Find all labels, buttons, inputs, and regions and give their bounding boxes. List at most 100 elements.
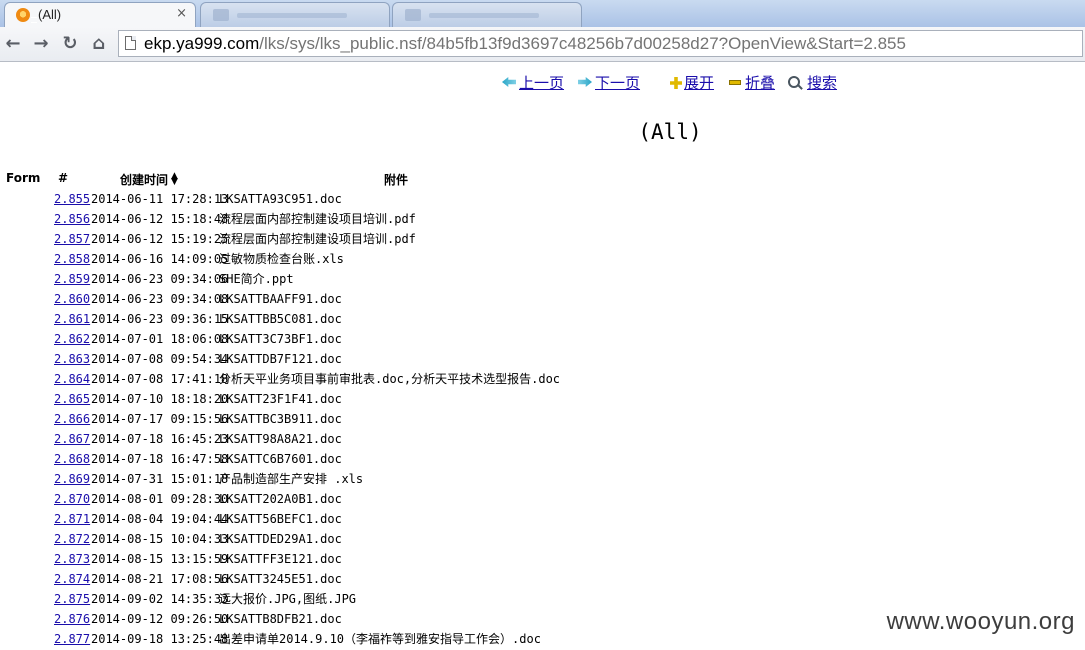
favicon-icon: [405, 9, 421, 21]
back-arrow-icon[interactable]: ←: [2, 33, 24, 55]
created-datetime: 2014-08-21 17:08:56: [91, 572, 229, 586]
created-datetime: 2014-07-01 18:06:08: [91, 332, 229, 346]
forward-arrow-icon[interactable]: →: [30, 33, 52, 55]
row-number-link[interactable]: 2.867: [54, 429, 90, 449]
list-item: 2.867 2014-07-18 16:45:23 LKSATT98A8A21.do…: [0, 429, 1085, 449]
search-link[interactable]: 搜索: [788, 72, 837, 93]
created-datetime: 2014-06-23 09:36:15: [91, 312, 229, 326]
attachment-name: LKSATTBAAFF91.doc: [219, 292, 342, 306]
search-icon: [788, 76, 802, 90]
tab-title-blurred: [429, 13, 539, 18]
row-number-link[interactable]: 2.875: [54, 589, 90, 609]
row-number-link[interactable]: 2.865: [54, 389, 90, 409]
row-number-link[interactable]: 2.873: [54, 549, 90, 569]
row-number-link[interactable]: 2.861: [54, 309, 90, 329]
row-number-link[interactable]: 2.859: [54, 269, 90, 289]
home-icon[interactable]: ⌂: [88, 33, 110, 55]
list-item: 2.872 2014-08-15 10:04:33 LKSATTDED29A1.do…: [0, 529, 1085, 549]
list-item: 2.855 2014-06-11 17:28:13 LKSATTA93C951.do…: [0, 189, 1085, 209]
row-number-link[interactable]: 2.870: [54, 489, 90, 509]
list-item: 2.859 2014-06-23 09:34:06 SHE简介.ppt: [0, 269, 1085, 289]
attachment-name: LKSATT202A0B1.doc: [219, 492, 342, 506]
created-datetime: 2014-09-02 14:35:33: [91, 592, 229, 606]
created-datetime: 2014-07-08 17:41:18: [91, 372, 229, 386]
row-number-link[interactable]: 2.874: [54, 569, 90, 589]
document-list: 2.855 2014-06-11 17:28:13 LKSATTA93C951.do…: [0, 189, 1085, 649]
created-datetime: 2014-07-18 16:45:23: [91, 432, 229, 446]
row-number-link[interactable]: 2.860: [54, 289, 90, 309]
attachment-name: 产品制造部生产安排 .xls: [219, 472, 364, 486]
list-item: 2.856 2014-06-12 15:18:48 流程层面内部控制建设项目培训.p…: [0, 209, 1085, 229]
list-item: 2.864 2014-07-08 17:41:18 分析天平业务项目事前审批表.do…: [0, 369, 1085, 389]
page-icon: [125, 36, 136, 50]
list-item: 2.870 2014-08-01 09:28:30 LKSATT202A0B1.do…: [0, 489, 1085, 509]
list-item: 2.869 2014-07-31 15:01:18 产品制造部生产安排 .xls: [0, 469, 1085, 489]
favicon-icon: [213, 9, 229, 21]
tab-background-1[interactable]: [200, 2, 390, 27]
created-datetime: 2014-06-23 09:34:06: [91, 272, 229, 286]
list-item: 2.866 2014-07-17 09:15:56 LKSATTBC3B911.do…: [0, 409, 1085, 429]
attachment-name: LKSATT56BEFC1.doc: [219, 512, 342, 526]
column-headers: Form # 创建时间 ▲ ▼ 附件: [0, 171, 1085, 189]
row-number-link[interactable]: 2.869: [54, 469, 90, 489]
attachment-name: LKSATTDED29A1.doc: [219, 532, 342, 546]
row-number-link[interactable]: 2.864: [54, 369, 90, 389]
list-item: 2.874 2014-08-21 17:08:56 LKSATT3245E51.do…: [0, 569, 1085, 589]
column-header-num: #: [58, 171, 69, 185]
row-number-link[interactable]: 2.872: [54, 529, 90, 549]
prev-page-label[interactable]: 上一页: [519, 74, 564, 92]
list-item: 2.860 2014-06-23 09:34:08 LKSATTBAAFF91.do…: [0, 289, 1085, 309]
tab-title: (All): [38, 7, 62, 22]
attachment-name: LKSATTC6B7601.doc: [219, 452, 342, 466]
collapse-link[interactable]: 折叠: [729, 72, 775, 93]
row-number-link[interactable]: 2.871: [54, 509, 90, 529]
row-number-link[interactable]: 2.866: [54, 409, 90, 429]
created-datetime: 2014-08-15 10:04:33: [91, 532, 229, 546]
attachment-name: LKSATTFF3E121.doc: [219, 552, 342, 566]
attachment-name: LKSATT3245E51.doc: [219, 572, 342, 586]
attachment-name: 流程层面内部控制建设项目培训.pdf: [219, 212, 416, 226]
url-host: ekp.ya999.com: [144, 34, 260, 53]
row-number-link[interactable]: 2.857: [54, 229, 90, 249]
created-datetime: 2014-06-16 14:09:05: [91, 252, 229, 266]
next-page-label[interactable]: 下一页: [595, 74, 640, 92]
page-content: 上一页 下一页 展开 折叠 搜索 (All) Form # 创建时间 ▲ ▼ 附件 …: [0, 62, 1085, 650]
attachment-name: 过敏物质检查台账.xls: [219, 252, 344, 266]
column-header-form: Form: [6, 171, 41, 185]
tab-background-2[interactable]: [392, 2, 582, 27]
row-number-link[interactable]: 2.863: [54, 349, 90, 369]
row-number-link[interactable]: 2.862: [54, 329, 90, 349]
row-number-link[interactable]: 2.877: [54, 629, 90, 649]
attachment-name: LKSATTBB5C081.doc: [219, 312, 342, 326]
tab-all[interactable]: (All) ×: [4, 2, 196, 27]
row-number-link[interactable]: 2.855: [54, 189, 90, 209]
created-datetime: 2014-09-18 13:25:48: [91, 632, 229, 646]
attachment-name: 远大报价.JPG,图纸.JPG: [219, 592, 357, 606]
search-label[interactable]: 搜索: [807, 74, 837, 92]
created-datetime: 2014-06-12 15:18:48: [91, 212, 229, 226]
browser-tab-strip: (All) ×: [0, 0, 1085, 27]
view-title: (All): [638, 120, 702, 144]
address-bar[interactable]: ekp.ya999.com/lks/sys/lks_public.nsf/84b…: [118, 30, 1083, 57]
left-arrow-icon: [502, 77, 516, 87]
attachment-name: LKSATT23F1F41.doc: [219, 392, 342, 406]
row-number-link[interactable]: 2.868: [54, 449, 90, 469]
next-page-link[interactable]: 下一页: [578, 72, 640, 93]
row-number-link[interactable]: 2.876: [54, 609, 90, 629]
close-icon[interactable]: ×: [176, 6, 187, 21]
prev-page-link[interactable]: 上一页: [502, 72, 564, 93]
url-text[interactable]: ekp.ya999.com/lks/sys/lks_public.nsf/84b…: [144, 34, 906, 54]
reload-icon[interactable]: ↻: [59, 33, 81, 55]
row-number-link[interactable]: 2.858: [54, 249, 90, 269]
created-datetime: 2014-09-12 09:26:50: [91, 612, 229, 626]
column-header-created-sortable[interactable]: 创建时间 ▲ ▼: [120, 171, 178, 188]
expand-link[interactable]: 展开: [670, 72, 714, 93]
row-number-link[interactable]: 2.856: [54, 209, 90, 229]
created-datetime: 2014-08-01 09:28:30: [91, 492, 229, 506]
sort-arrows-icon[interactable]: ▲ ▼: [171, 172, 178, 187]
created-datetime: 2014-07-17 09:15:56: [91, 412, 229, 426]
expand-label[interactable]: 展开: [684, 74, 714, 92]
collapse-label[interactable]: 折叠: [745, 74, 775, 92]
attachment-name: LKSATTBC3B911.doc: [219, 412, 342, 426]
list-item: 2.865 2014-07-10 18:18:20 LKSATT23F1F41.do…: [0, 389, 1085, 409]
